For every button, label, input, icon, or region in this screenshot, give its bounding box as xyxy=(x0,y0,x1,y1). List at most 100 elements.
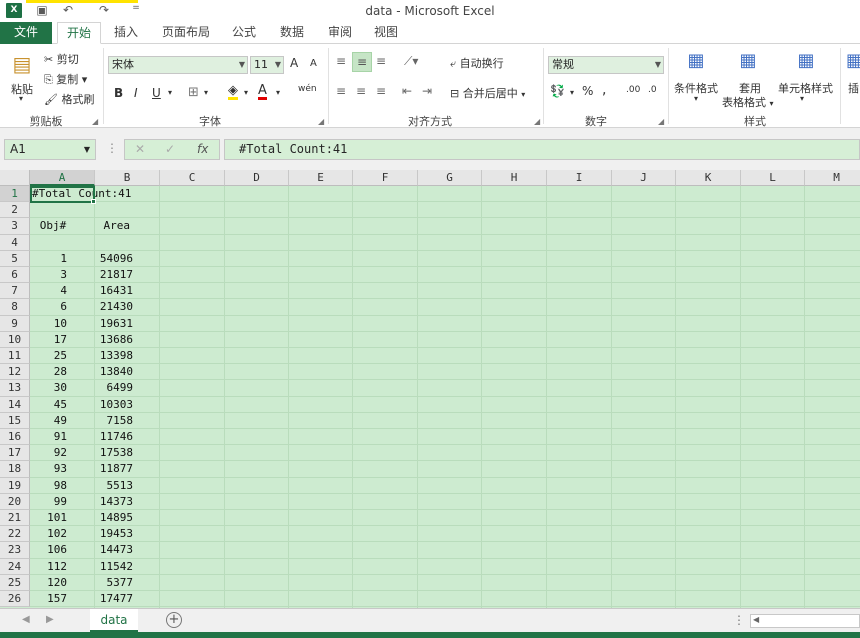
italic-button[interactable]: I xyxy=(134,86,138,100)
tab-review[interactable]: 审阅 xyxy=(320,22,360,44)
cell-styles-button[interactable]: 单元格样式 xyxy=(778,80,833,96)
shrink-font-button[interactable]: A xyxy=(310,58,317,69)
cell-obj[interactable]: 49 xyxy=(30,413,72,429)
column-header-e[interactable]: E xyxy=(289,170,353,186)
percent-button[interactable]: % xyxy=(582,84,593,98)
cell-obj[interactable]: 1 xyxy=(30,251,72,267)
row-header-5[interactable]: 5 xyxy=(0,250,30,267)
formula-input[interactable]: #Total Count:41 xyxy=(224,139,860,160)
cell-obj[interactable]: 25 xyxy=(30,348,72,364)
cell-area[interactable]: 14373 xyxy=(95,494,138,510)
font-name-select[interactable]: 宋体 ▼ xyxy=(108,56,248,74)
row-header-13[interactable]: 13 xyxy=(0,380,30,397)
cell-obj[interactable]: 28 xyxy=(30,364,72,380)
more-options-icon[interactable]: ⋮ xyxy=(106,141,118,155)
row-header-17[interactable]: 17 xyxy=(0,445,30,462)
column-header-j[interactable]: J xyxy=(612,170,676,186)
decrease-decimal-button[interactable]: .0 xyxy=(648,85,657,95)
cell-area[interactable]: 14895 xyxy=(95,510,138,526)
cell-obj[interactable]: 120 xyxy=(30,575,72,591)
tab-file[interactable]: 文件 xyxy=(0,22,52,44)
cell-obj[interactable]: 17 xyxy=(30,332,72,348)
cell-area[interactable]: 19631 xyxy=(95,316,138,332)
font-color-dropdown-icon[interactable]: ▾ xyxy=(276,88,280,97)
fill-handle[interactable] xyxy=(91,199,96,204)
bold-button[interactable]: B xyxy=(114,86,123,100)
decrease-indent-icon[interactable]: ⇤ xyxy=(402,84,412,98)
copy-button[interactable]: ⎘ 复制 ▾ xyxy=(44,71,87,87)
fill-color-icon[interactable]: ◈ xyxy=(228,84,238,100)
cell-area[interactable]: 16431 xyxy=(95,283,138,299)
row-header-1[interactable]: 1 xyxy=(0,186,30,203)
cell-area[interactable]: 17477 xyxy=(95,591,138,607)
cell-obj[interactable]: 101 xyxy=(30,510,72,526)
column-header-h[interactable]: H xyxy=(482,170,547,186)
clipboard-launcher-icon[interactable]: ◢ xyxy=(92,117,98,126)
format-painter-button[interactable]: 🖌 格式刷 xyxy=(44,91,94,107)
cell-area[interactable]: 21430 xyxy=(95,299,138,315)
cell-area[interactable]: 19453 xyxy=(95,526,138,542)
tab-insert[interactable]: 插入 xyxy=(106,22,146,44)
column-header-g[interactable]: G xyxy=(418,170,482,186)
cell-obj[interactable]: 99 xyxy=(30,494,72,510)
scroll-tabs-right-icon[interactable]: ▶ xyxy=(46,614,54,625)
underline-button[interactable]: U xyxy=(152,86,161,100)
cell-obj[interactable]: 30 xyxy=(30,380,72,396)
column-header-d[interactable]: D xyxy=(225,170,289,186)
row-header-4[interactable]: 4 xyxy=(0,234,30,251)
name-box[interactable]: A1 ▼ xyxy=(4,139,96,160)
cell-area[interactable]: 11877 xyxy=(95,461,138,477)
align-right-icon[interactable]: ≡ xyxy=(376,84,386,98)
align-bottom-icon[interactable]: ≡ xyxy=(376,54,386,68)
row-header-16[interactable]: 16 xyxy=(0,429,30,446)
cell-obj[interactable]: 91 xyxy=(30,429,72,445)
column-header-b[interactable]: B xyxy=(95,170,160,186)
border-icon[interactable]: ⊞ xyxy=(188,85,199,100)
cell-obj[interactable]: 93 xyxy=(30,461,72,477)
row-header-2[interactable]: 2 xyxy=(0,202,30,219)
paste-dropdown-icon[interactable]: ▾ xyxy=(19,94,23,103)
cell-area[interactable]: 13840 xyxy=(95,364,138,380)
column-header-i[interactable]: I xyxy=(547,170,612,186)
number-launcher-icon[interactable]: ◢ xyxy=(658,117,664,126)
column-header-f[interactable]: F xyxy=(353,170,418,186)
cell-obj[interactable]: 98 xyxy=(30,478,72,494)
row-header-18[interactable]: 18 xyxy=(0,461,30,478)
cell-obj[interactable]: 102 xyxy=(30,526,72,542)
cell-obj[interactable]: 4 xyxy=(30,283,72,299)
column-header-c[interactable]: C xyxy=(160,170,225,186)
tab-view[interactable]: 视图 xyxy=(366,22,406,44)
cell-obj[interactable]: 112 xyxy=(30,559,72,575)
grow-font-button[interactable]: A xyxy=(290,56,298,70)
worksheet-grid[interactable]: ABCDEFGHIJKLM 1 2 3 4 5 6 7 8 9 10 11 12 13 14 15 16 17 1… xyxy=(0,170,860,608)
currency-icon[interactable]: 💱 xyxy=(550,84,565,98)
column-header-a[interactable]: A xyxy=(30,170,95,186)
comma-button[interactable]: , xyxy=(602,82,606,98)
cell-obj[interactable]: 45 xyxy=(30,397,72,413)
row-header-10[interactable]: 10 xyxy=(0,331,30,348)
cell-area[interactable]: 5377 xyxy=(95,575,138,591)
cell-obj[interactable]: 92 xyxy=(30,445,72,461)
add-sheet-icon[interactable]: + xyxy=(166,612,182,628)
cell-area[interactable]: 6499 xyxy=(95,380,138,396)
row-header-12[interactable]: 12 xyxy=(0,364,30,381)
row-header-20[interactable]: 20 xyxy=(0,493,30,510)
cell-obj[interactable]: 6 xyxy=(30,299,72,315)
format-as-table-icon[interactable]: ▦ xyxy=(736,50,760,74)
cell-area[interactable]: 54096 xyxy=(95,251,138,267)
phonetic-guide-button[interactable]: wén xyxy=(298,84,317,94)
cell-area[interactable]: 7158 xyxy=(95,413,138,429)
alignment-launcher-icon[interactable]: ◢ xyxy=(534,117,540,126)
cell-area[interactable]: 11542 xyxy=(95,559,138,575)
cancel-icon[interactable]: ✕ xyxy=(135,142,145,156)
cell-area[interactable]: 11746 xyxy=(95,429,138,445)
font-color-icon[interactable]: A xyxy=(258,84,267,100)
align-center-icon[interactable]: ≡ xyxy=(356,84,366,98)
increase-indent-icon[interactable]: ⇥ xyxy=(422,84,432,98)
row-header-24[interactable]: 24 xyxy=(0,558,30,575)
row-header-3[interactable]: 3 xyxy=(0,218,30,235)
wrap-text-button[interactable]: ⤶ 自动换行 xyxy=(450,55,504,71)
align-left-icon[interactable]: ≡ xyxy=(336,84,346,98)
align-middle-icon[interactable]: ≡ xyxy=(352,52,372,72)
currency-dropdown-icon[interactable]: ▾ xyxy=(570,88,574,97)
